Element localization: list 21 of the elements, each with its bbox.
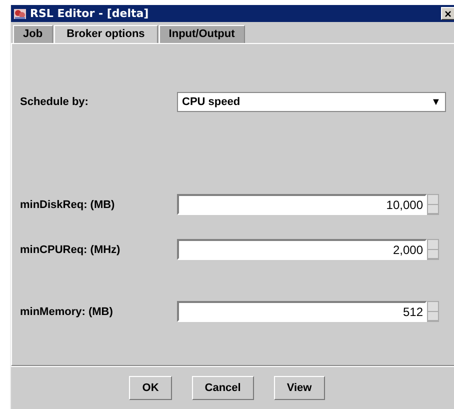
close-button[interactable]: ×	[441, 7, 454, 20]
schedule-dropdown[interactable]: CPU speed ▼	[177, 92, 446, 112]
spinner-arrows-icon[interactable]	[427, 301, 439, 322]
tab[interactable]: Input/Output	[158, 25, 245, 43]
field-label: Schedule by:	[20, 96, 90, 108]
field-label: minMemory: (MB)	[20, 306, 114, 318]
dropdown-arrow-icon: ▼	[427, 96, 445, 108]
field-label: minCPUReq: (MHz)	[20, 244, 122, 256]
app-icon	[13, 6, 27, 20]
spinner-arrows-icon[interactable]	[427, 239, 439, 260]
dialog-button[interactable]: Cancel	[192, 376, 254, 400]
field-label: minDiskReq: (MB)	[20, 198, 116, 210]
number-field[interactable]: 2,000	[177, 239, 427, 260]
number-field[interactable]: 512	[177, 301, 427, 322]
spinner-arrows-icon[interactable]	[427, 194, 439, 215]
window-title: RSL Editor - [delta]	[30, 7, 149, 20]
tab[interactable]: Job	[13, 25, 53, 43]
dialog-button[interactable]: View	[274, 376, 325, 400]
number-field[interactable]: 10,000	[177, 194, 427, 215]
tab[interactable]: Broker options	[54, 25, 158, 43]
dialog-button[interactable]: OK	[129, 376, 172, 400]
